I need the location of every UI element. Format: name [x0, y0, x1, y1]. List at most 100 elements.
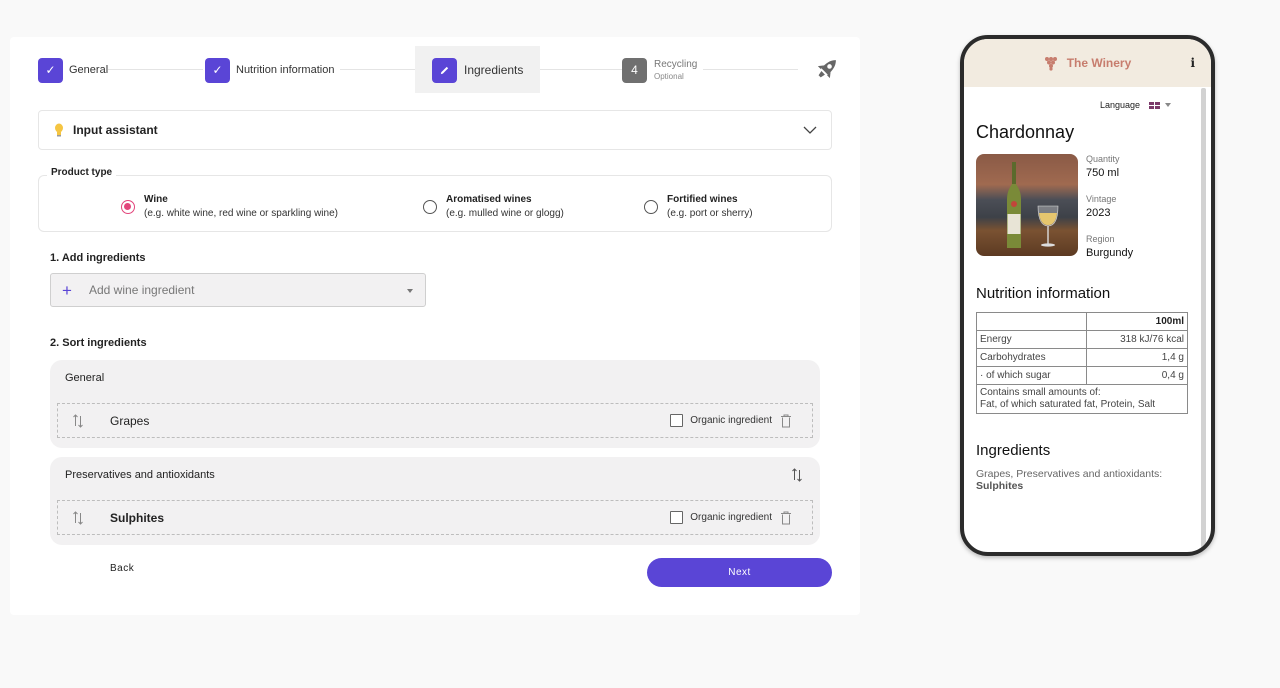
meta-value: Burgundy	[1086, 247, 1134, 259]
ingredient-row[interactable]: Sulphites Organic ingredient	[57, 500, 813, 535]
ingredients-allergen: Sulphites	[976, 480, 1024, 492]
nutrition-value: 0,4 g	[1086, 366, 1188, 385]
add-ingredient-select[interactable]: + Add wine ingredient	[50, 273, 426, 307]
nutrition-row: · of which sugar 0,4 g	[976, 366, 1188, 385]
radio-fortified-wines[interactable]: Fortified wines (e.g. port or sherry)	[644, 194, 753, 219]
group-title: Preservatives and antioxidants	[65, 469, 215, 481]
organic-checkbox[interactable]	[670, 414, 684, 427]
check-icon: ✓	[205, 57, 230, 83]
trash-icon[interactable]	[780, 511, 792, 525]
organic-checkbox[interactable]	[670, 511, 684, 524]
ingredients-text: Grapes, Preservatives and antioxidants: …	[976, 468, 1196, 492]
step-nutrition-information[interactable]: ✓ Nutrition information	[205, 46, 334, 94]
ingredient-name: Sulphites	[110, 510, 165, 525]
nutrition-footnote-row: Contains small amounts of: Fat, of which…	[976, 384, 1188, 414]
product-type-legend: Product type	[47, 167, 117, 178]
radio-button[interactable]	[644, 200, 658, 214]
step-general[interactable]: ✓ General	[38, 46, 108, 94]
add-ingredient-placeholder: Add wine ingredient	[89, 283, 195, 297]
meta-quantity: Quantity 750 ml	[1086, 154, 1120, 179]
wine-image	[976, 154, 1078, 256]
meta-key: Quantity	[1086, 154, 1120, 164]
pencil-icon	[432, 57, 457, 83]
lightbulb-icon	[55, 123, 63, 137]
nutrition-row: Energy 318 kJ/76 kcal	[976, 330, 1188, 349]
input-assistant-label: Input assistant	[73, 123, 158, 137]
wine-bottle-graphic	[1007, 162, 1021, 248]
wine-name: Chardonnay	[976, 122, 1075, 142]
trash-icon[interactable]	[780, 414, 792, 428]
back-button[interactable]: Back	[110, 563, 134, 574]
organic-checkbox-wrap[interactable]: Organic ingredient	[670, 511, 772, 524]
nutrition-footnote: Contains small amounts of: Fat, of which…	[976, 384, 1188, 414]
radio-hint: (e.g. white wine, red wine or sparkling …	[144, 208, 338, 219]
drag-handle-icon[interactable]	[72, 413, 84, 429]
radio-hint: (e.g. port or sherry)	[667, 208, 753, 219]
check-icon: ✓	[38, 57, 63, 83]
caret-down-icon	[407, 289, 413, 293]
step-label: General	[69, 64, 109, 76]
footnote-line: Fat, of which saturated fat, Protein, Sa…	[980, 399, 1156, 410]
step-ingredients[interactable]: Ingredients	[432, 46, 523, 94]
ingredient-group: Preservatives and antioxidants Sulphites…	[50, 457, 820, 545]
group-title: General	[65, 372, 105, 384]
caret-down-icon	[1165, 103, 1171, 107]
meta-key: Vintage	[1086, 194, 1117, 204]
brand-name: The Winery	[1066, 56, 1132, 70]
step-label: Nutrition information	[236, 64, 335, 76]
radio-aromatised-wines[interactable]: Aromatised wines (e.g. mulled wine or gl…	[423, 194, 564, 219]
grape-icon	[1044, 57, 1057, 71]
ingredient-name: Grapes	[110, 413, 150, 428]
step-connector	[540, 69, 622, 70]
phone-preview: The Winery i Language Chardonnay Quantit…	[960, 35, 1215, 556]
radio-label: Fortified wines	[667, 194, 738, 205]
nutrition-column-header: 100ml	[1086, 312, 1188, 331]
preview-scrollbar[interactable]	[1201, 88, 1206, 548]
stepper: ✓ General ✓ Nutrition information Ingred…	[38, 46, 838, 94]
nutrition-label: Energy	[976, 330, 1087, 349]
meta-key: Region	[1086, 234, 1115, 244]
wine-glass-graphic	[1037, 205, 1059, 247]
radio-wine[interactable]: Wine (e.g. white wine, red wine or spark…	[121, 194, 338, 219]
radio-label: Aromatised wines	[446, 194, 532, 205]
radio-hint: (e.g. mulled wine or glogg)	[446, 208, 564, 219]
chevron-down-icon[interactable]	[803, 123, 817, 137]
rocket-icon	[817, 60, 836, 79]
meta-vintage: Vintage 2023	[1086, 194, 1116, 219]
nutrition-label: Carbohydrates	[976, 348, 1087, 367]
organic-label: Organic ingredient	[690, 415, 772, 426]
drag-handle-icon[interactable]	[72, 510, 84, 526]
nutrition-header-row: 100ml	[976, 312, 1188, 331]
step-label: Recycling	[654, 59, 698, 70]
sort-group-icon[interactable]	[790, 467, 804, 483]
ingredients-title: Ingredients	[976, 442, 1051, 459]
step-connector	[108, 69, 203, 70]
sort-ingredients-title: 2. Sort ingredients	[50, 337, 147, 349]
nutrition-title: Nutrition information	[976, 285, 1111, 302]
ingredients-list: Grapes, Preservatives and antioxidants:	[976, 468, 1163, 480]
radio-button-selected[interactable]	[121, 200, 135, 214]
info-icon[interactable]: i	[1190, 56, 1195, 70]
input-assistant-toggle[interactable]: Input assistant	[38, 110, 832, 150]
radio-label: Wine	[144, 194, 168, 205]
add-ingredients-title: 1. Add ingredients	[50, 252, 146, 264]
radio-button[interactable]	[423, 200, 437, 214]
nutrition-value: 1,4 g	[1086, 348, 1188, 367]
meta-value: 2023	[1086, 207, 1111, 219]
ingredient-row[interactable]: Grapes Organic ingredient	[57, 403, 813, 438]
preview-header: The Winery i	[964, 39, 1211, 87]
nutrition-cell	[976, 312, 1087, 331]
language-selector[interactable]: Language	[1100, 100, 1171, 110]
step-label: Ingredients	[464, 63, 524, 77]
footnote-line: Contains small amounts of:	[980, 387, 1101, 398]
plus-icon: +	[62, 280, 72, 300]
product-type-group: Product type Wine (e.g. white wine, red …	[38, 167, 832, 232]
meta-region: Region Burgundy	[1086, 234, 1133, 259]
next-button[interactable]: Next	[647, 558, 832, 587]
nutrition-row: Carbohydrates 1,4 g	[976, 348, 1188, 367]
ingredient-group: General Grapes Organic ingredient	[50, 360, 820, 448]
step-connector	[340, 69, 415, 70]
nutrition-label: · of which sugar	[976, 366, 1087, 385]
organic-checkbox-wrap[interactable]: Organic ingredient	[670, 414, 772, 427]
step-recycling[interactable]: 4 Recycling Optional	[622, 46, 697, 94]
